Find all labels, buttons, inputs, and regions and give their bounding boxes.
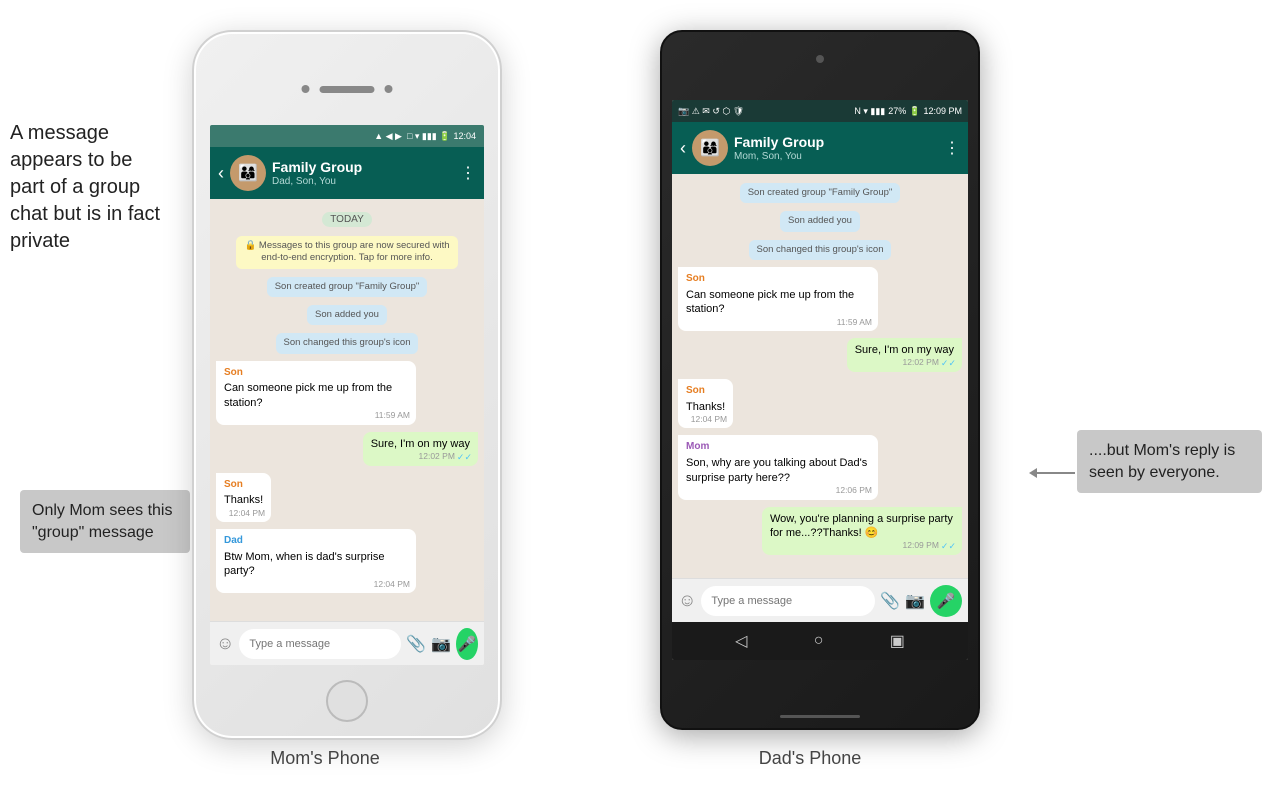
status-time-mom: 12:04 <box>453 131 476 141</box>
wa-header-dad[interactable]: ‹ 👨‍👩‍👦 Family Group Mom, Son, You ⋮ <box>672 122 968 174</box>
header-info-mom: Family Group Dad, Son, You <box>272 159 454 187</box>
moms-phone: ▲ ◀ ▶ □ ▾ ▮▮▮ 🔋 12:04 ‹ 👨‍👩‍👦 Family Gro… <box>192 30 502 740</box>
msg-outgoing-wow-dad: Wow, you're planning a surprise party fo… <box>678 507 962 556</box>
android-nav-bar[interactable]: ◁ ○ ▣ <box>672 622 968 660</box>
dads-phone: 📷 ⚠ ✉ ↺ ⬡ 🛡 N ▾ ▮▮▮ 27% 🔋 12:09 PM ‹ 👨‍👩… <box>660 30 980 730</box>
only-mom-annotation: Only Mom sees this "group" message <box>20 490 190 553</box>
mic-button-mom[interactable]: 🎤 <box>456 628 478 660</box>
group-name-dad: Family Group <box>734 134 938 151</box>
emoji-button-dad[interactable]: ☺ <box>678 590 696 611</box>
attach-button-mom[interactable]: 📎 <box>406 634 426 654</box>
group-avatar-mom: 👨‍👩‍👦 <box>230 155 266 191</box>
msg-mom-surprise-dad: Mom Son, why are you talking about Dad's… <box>678 435 962 499</box>
sys-added-dad: Son added you <box>698 210 942 231</box>
group-avatar-dad: 👨‍👩‍👦 <box>692 130 728 166</box>
nav-back-icon[interactable]: ◁ <box>735 631 747 651</box>
dad-screen: 📷 ⚠ ✉ ↺ ⬡ 🛡 N ▾ ▮▮▮ 27% 🔋 12:09 PM ‹ 👨‍👩… <box>672 100 968 660</box>
input-bar-mom[interactable]: ☺ 📎 📷 🎤 <box>210 621 484 665</box>
chat-body-dad: Son created group "Family Group" Son add… <box>672 174 968 578</box>
chat-body-mom: TODAY 🔒 Messages to this group are now s… <box>210 199 484 621</box>
msg-dad-btw-mom: Dad Btw Mom, when is dad's surprise part… <box>216 529 478 593</box>
sys-created-dad: Son created group "Family Group" <box>698 182 942 203</box>
status-bar-mom: ▲ ◀ ▶ □ ▾ ▮▮▮ 🔋 12:04 <box>210 125 484 147</box>
status-network-dad: N ▾ ▮▮▮ <box>854 106 885 117</box>
android-camera <box>816 55 824 63</box>
sys-icon-mom: Son changed this group's icon <box>236 332 458 353</box>
status-bar-dad: 📷 ⚠ ✉ ↺ ⬡ 🛡 N ▾ ▮▮▮ 27% 🔋 12:09 PM <box>672 100 968 122</box>
date-sep-mom: TODAY <box>216 209 478 227</box>
iphone-camera-2 <box>385 85 393 93</box>
camera-button-dad[interactable]: 📷 <box>905 591 925 611</box>
android-bottom-line <box>780 715 860 718</box>
sys-icon-dad: Son changed this group's icon <box>698 239 942 260</box>
header-icons-mom[interactable]: ⋮ <box>460 163 476 183</box>
header-info-dad: Family Group Mom, Son, You <box>734 134 938 162</box>
msg-son-station-mom: Son Can someone pick me up from the stat… <box>216 361 478 425</box>
iphone-top-area <box>302 85 393 93</box>
message-input-dad[interactable] <box>701 586 875 616</box>
iphone-speaker <box>320 86 375 93</box>
msg-son-station-dad: Son Can someone pick me up from the stat… <box>678 267 962 331</box>
input-bar-dad[interactable]: ☺ 📎 📷 🎤 <box>672 578 968 622</box>
sys-added-mom: Son added you <box>236 304 458 325</box>
sys-created-mom: Son created group "Family Group" <box>236 276 458 297</box>
status-battery-icon-dad: 🔋 <box>909 106 920 117</box>
status-icons-dad-left: 📷 ⚠ ✉ ↺ ⬡ 🛡 <box>678 106 744 117</box>
arrow-right-connector <box>1035 472 1075 474</box>
nav-home-icon[interactable]: ○ <box>814 632 824 650</box>
camera-button-mom[interactable]: 📷 <box>431 634 451 654</box>
back-button-dad[interactable]: ‹ <box>680 138 686 159</box>
status-battery-dad: 27% <box>888 106 906 116</box>
mom-screen: ▲ ◀ ▶ □ ▾ ▮▮▮ 🔋 12:04 ‹ 👨‍👩‍👦 Family Gro… <box>210 125 484 665</box>
header-icons-dad[interactable]: ⋮ <box>944 138 960 158</box>
msg-outgoing-way-mom: Sure, I'm on my way 12:02 PM✓✓ <box>216 432 478 466</box>
left-annotation: A message appears to be part of a group … <box>10 120 195 255</box>
group-sub-mom: Dad, Son, You <box>272 176 454 187</box>
msg-son-thanks-dad: Son Thanks! 12:04 PM <box>678 379 962 428</box>
dads-phone-label: Dad's Phone <box>660 748 960 769</box>
sys-e2e-mom: 🔒 Messages to this group are now secured… <box>236 236 458 269</box>
iphone-camera <box>302 85 310 93</box>
message-input-mom[interactable] <box>239 629 401 659</box>
back-button-mom[interactable]: ‹ <box>218 163 224 184</box>
but-moms-reply-annotation: ....but Mom's reply is seen by everyone. <box>1077 430 1262 493</box>
attach-button-dad[interactable]: 📎 <box>880 591 900 611</box>
main-container: A message appears to be part of a group … <box>0 0 1280 787</box>
moms-phone-label: Mom's Phone <box>175 748 475 769</box>
wa-header-mom[interactable]: ‹ 👨‍👩‍👦 Family Group Dad, Son, You ⋮ <box>210 147 484 199</box>
nav-recents-icon[interactable]: ▣ <box>890 631 905 651</box>
msg-outgoing-way-dad: Sure, I'm on my way 12:02 PM✓✓ <box>678 338 962 372</box>
status-icons-mom: ▲ ◀ ▶ □ ▾ ▮▮▮ 🔋 <box>374 131 450 142</box>
group-name-mom: Family Group <box>272 159 454 176</box>
emoji-button-mom[interactable]: ☺ <box>216 633 234 654</box>
msg-son-thanks-mom: Son Thanks! 12:04 PM <box>216 473 478 522</box>
group-sub-dad: Mom, Son, You <box>734 151 938 162</box>
iphone-home-button[interactable] <box>326 680 368 722</box>
status-time-dad: 12:09 PM <box>923 106 962 116</box>
mic-button-dad[interactable]: 🎤 <box>930 585 962 617</box>
